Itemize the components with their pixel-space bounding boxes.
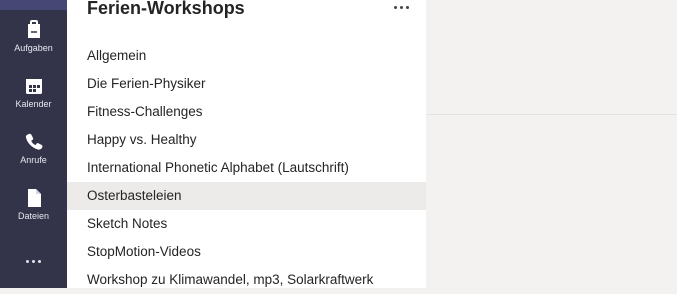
rail-item-label: Aufgaben	[14, 43, 53, 53]
more-horizontal-icon[interactable]	[0, 250, 67, 272]
phone-icon	[25, 133, 42, 150]
rail-item-calls[interactable]: Anrufe	[0, 132, 67, 182]
header-divider	[426, 114, 677, 115]
calendar-icon	[25, 79, 42, 94]
file-icon	[27, 189, 41, 207]
rail-item-label: Dateien	[17, 211, 50, 221]
channel-item[interactable]: StopMotion-Videos	[67, 238, 426, 266]
channel-item[interactable]: Fitness-Challenges	[67, 98, 426, 126]
app-rail: Aufgaben Kalender Anrufe Dateien	[0, 0, 67, 288]
channel-item[interactable]: Happy vs. Healthy	[67, 126, 426, 154]
channel-item[interactable]: Sketch Notes	[67, 210, 426, 238]
rail-item-files[interactable]: Dateien	[0, 188, 67, 238]
rail-top-item[interactable]	[0, 0, 67, 10]
team-name: Ferien-Workshops	[87, 0, 245, 18]
rail-item-label: Kalender	[15, 99, 52, 109]
rail-item-calendar[interactable]: Kalender	[0, 76, 67, 126]
main-content	[426, 0, 677, 288]
channel-panel: Ferien-Workshops Allgemein Die Ferien-Ph…	[67, 0, 426, 288]
channel-list: Allgemein Die Ferien-Physiker Fitness-Ch…	[67, 42, 426, 294]
rail-item-tasks[interactable]: Aufgaben	[0, 20, 67, 70]
channel-item[interactable]: Allgemein	[67, 42, 426, 70]
channel-item[interactable]: International Phonetic Alphabet (Lautsch…	[67, 154, 426, 182]
rail-item-label: Anrufe	[20, 155, 47, 165]
more-options-icon[interactable]	[391, 0, 411, 14]
channel-item-selected[interactable]: Osterbasteleien	[67, 182, 426, 210]
channel-item[interactable]: Workshop zu Klimawandel, mp3, Solarkraft…	[67, 266, 426, 294]
tasks-icon	[27, 20, 40, 38]
channel-item[interactable]: Die Ferien-Physiker	[67, 70, 426, 98]
